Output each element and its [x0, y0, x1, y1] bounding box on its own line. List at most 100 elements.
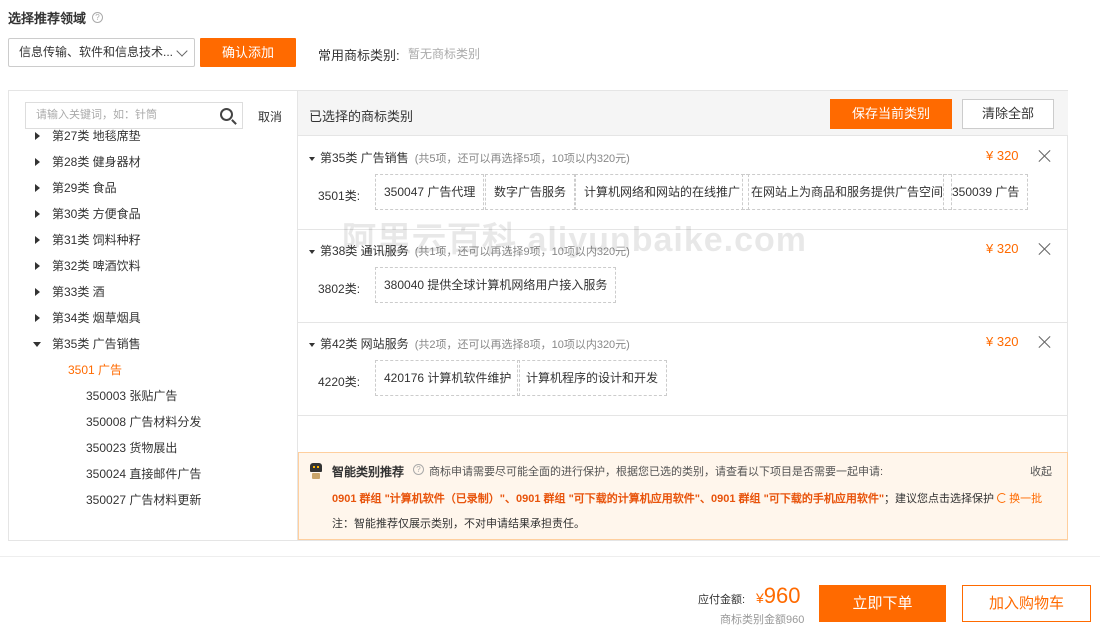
selected-item-chip[interactable]: 计算机网络和网站的在线推广	[575, 174, 750, 210]
caret-right-icon	[35, 184, 40, 192]
group-price: ¥ 320	[986, 148, 1019, 163]
selected-header-label: 已选择的商标类别	[309, 109, 414, 124]
tree-item-label: 第33类 酒	[52, 285, 105, 299]
close-icon[interactable]	[1038, 242, 1052, 256]
group-header[interactable]: 第35类 广告销售 (共5项，还可以再选择5项，10项以内320元)	[309, 149, 630, 166]
caret-right-icon	[35, 288, 40, 296]
selected-item-chip[interactable]: 数字广告服务	[485, 174, 576, 210]
tree-item-label: 第31类 饲料种籽	[52, 233, 141, 247]
tree-item-label: 第35类 广告销售	[52, 337, 141, 351]
tree-subgroup-3501[interactable]: 3501 广告	[68, 361, 122, 379]
group-code: 3501类:	[318, 189, 361, 203]
caret-down-icon	[309, 342, 315, 347]
tree-item-class-34[interactable]: 第34类 烟草烟具	[9, 309, 298, 327]
caret-right-icon	[35, 210, 40, 218]
group-class-label: 第35类 广告销售	[320, 151, 409, 165]
collapse-link[interactable]: 收起	[1030, 463, 1052, 479]
tree-item-class-28[interactable]: 第28类 健身器材	[9, 153, 298, 171]
smart-recommendation: 智能类别推荐 ? 商标申请需要尽可能全面的进行保护，根据您已选的类别，请查看以下…	[298, 452, 1068, 540]
caret-right-icon	[35, 132, 40, 140]
tree-item-class-35[interactable]: 第35类 广告销售	[9, 335, 298, 353]
currency-symbol: ¥	[756, 590, 764, 606]
pay-label: 应付金额:	[698, 594, 746, 606]
tree-item-label: 第27类 地毯席垫	[52, 129, 141, 143]
selected-item-chip[interactable]: 350039 广告	[943, 174, 1029, 210]
smart-title: 智能类别推荐	[332, 465, 405, 479]
tree-item-label: 第32类 啤酒饮料	[52, 259, 141, 273]
caret-right-icon	[35, 236, 40, 244]
group-note: (共2项，还可以再选择8项，10项以内320元)	[414, 339, 630, 351]
tree-leaf-item[interactable]: 350023 货物展出	[86, 439, 177, 457]
caret-down-icon	[309, 249, 315, 254]
robot-icon	[309, 463, 323, 479]
group-header[interactable]: 第42类 网站服务 (共2项，还可以再选择8项，10项以内320元)	[309, 335, 630, 352]
close-icon[interactable]	[1038, 149, 1052, 163]
section-title: 选择推荐领域 ?	[8, 8, 104, 27]
refresh-label: 换一批	[1009, 493, 1043, 505]
refresh-icon	[997, 493, 1008, 503]
tree-item-label: 第28类 健身器材	[52, 155, 141, 169]
common-classes-value: 暂无商标类别	[408, 47, 481, 61]
suggest-text: ；建议您点击选择保护	[884, 493, 995, 505]
tree-item-class-29[interactable]: 第29类 食品	[9, 179, 298, 197]
clear-all-button[interactable]: 清除全部	[962, 99, 1054, 129]
group-code: 4220类:	[318, 375, 361, 389]
smart-suggestion-line: 0901 群组 "计算机软件（已录制）"、0901 群组 "可下载的计算机应用软…	[332, 490, 1042, 506]
tree-item-class-31[interactable]: 第31类 饲料种籽	[9, 231, 298, 249]
group-code: 3802类:	[318, 282, 361, 296]
group-class-label: 第42类 网站服务	[320, 337, 409, 351]
domain-select[interactable]: 信息传输、软件和信息技术...	[8, 38, 195, 67]
tree-item-class-30[interactable]: 第30类 方便食品	[9, 205, 298, 223]
selected-item-chip[interactable]: 计算机程序的设计和开发	[517, 360, 668, 396]
caret-down-icon	[309, 156, 315, 161]
group-price: ¥ 320	[986, 241, 1019, 256]
class-selection-panel: 请输入关键词，如：针筒 取消 第27类 地毯席垫 第28类 健身器材 第29类 …	[8, 90, 1068, 541]
group-note: (共5项，还可以再选择5项，10项以内320元)	[414, 153, 630, 165]
pay-amount-value: 960	[763, 583, 801, 608]
cancel-search-link[interactable]: 取消	[258, 108, 282, 125]
selected-header: 已选择的商标类别 保存当前类别 清除全部	[298, 91, 1068, 136]
selected-group-class-42: 第42类 网站服务 (共2项，还可以再选择8项，10项以内320元) ¥ 320 …	[298, 323, 1068, 416]
tree-leaf-item[interactable]: 350003 张贴广告	[86, 387, 177, 405]
pay-amount: ¥960	[756, 583, 801, 609]
tree-item-label: 第29类 食品	[52, 181, 117, 195]
close-icon[interactable]	[1038, 335, 1052, 349]
search-icon[interactable]	[220, 108, 233, 121]
tree-leaf-item[interactable]: 350027 广告材料更新	[86, 491, 201, 509]
selected-item-chip[interactable]: 380040 提供全球计算机网络用户接入服务	[375, 267, 617, 303]
caret-right-icon	[35, 262, 40, 270]
tree-item-label: 第30类 方便食品	[52, 207, 141, 221]
refresh-batch-link[interactable]: 换一批	[997, 493, 1042, 505]
tree-item-class-33[interactable]: 第33类 酒	[9, 283, 298, 301]
save-current-button[interactable]: 保存当前类别	[830, 99, 952, 129]
confirm-add-button[interactable]: 确认添加	[200, 38, 296, 67]
search-placeholder: 请输入关键词，如：针筒	[36, 109, 157, 121]
tree-item-class-32[interactable]: 第32类 啤酒饮料	[9, 257, 298, 275]
tree-leaf-item[interactable]: 350008 广告材料分发	[86, 413, 201, 431]
class-tree-panel: 请输入关键词，如：针筒 取消 第27类 地毯席垫 第28类 健身器材 第29类 …	[9, 91, 298, 540]
smart-description: 商标申请需要尽可能全面的进行保护，根据您已选的类别，请查看以下项目是否需要一起申…	[429, 466, 884, 478]
selected-item-chip[interactable]: 350047 广告代理	[375, 174, 485, 210]
tree-leaf-item[interactable]: 350024 直接邮件广告	[86, 465, 201, 483]
group-price: ¥ 320	[986, 334, 1019, 349]
pay-subtotal: 商标类别金额960	[720, 614, 805, 626]
help-icon[interactable]: ?	[413, 464, 424, 475]
section-title-text: 选择推荐领域	[8, 11, 87, 26]
search-input[interactable]: 请输入关键词，如：针筒	[25, 102, 243, 129]
watermark: 阿里云百科 aliyunbaike.com	[342, 221, 807, 259]
add-to-cart-button[interactable]: 加入购物车	[962, 585, 1091, 622]
caret-down-icon	[33, 342, 41, 347]
help-icon[interactable]: ?	[92, 12, 104, 23]
tree-item-class-27[interactable]: 第27类 地毯席垫	[9, 127, 298, 145]
smart-note: 注：智能推荐仅展示类别，不对申请结果承担责任。	[332, 518, 585, 530]
chevron-down-icon	[176, 45, 188, 57]
selected-item-chip[interactable]: 420176 计算机软件维护	[375, 360, 521, 396]
caret-right-icon	[35, 158, 40, 166]
suggested-groups[interactable]: 0901 群组 "计算机软件（已录制）"、0901 群组 "可下载的计算机应用软…	[332, 493, 884, 505]
selected-item-chip[interactable]: 在网站上为商品和服务提供广告空间	[742, 174, 953, 210]
domain-select-value: 信息传输、软件和信息技术...	[19, 45, 174, 59]
common-classes-label: 常用商标类别:	[318, 48, 400, 63]
caret-right-icon	[35, 314, 40, 322]
order-now-button[interactable]: 立即下单	[819, 585, 946, 622]
tree-item-label: 第34类 烟草烟具	[52, 311, 141, 325]
